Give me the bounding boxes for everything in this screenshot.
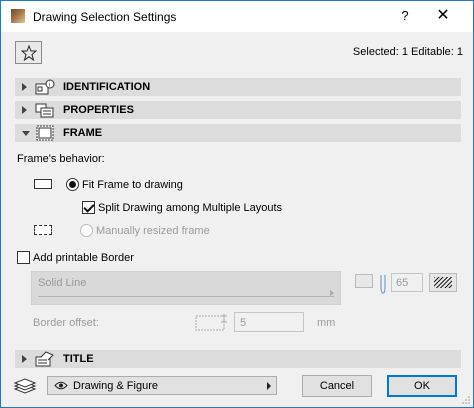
cancel-button[interactable]: Cancel [302,375,372,397]
hatch-pattern-icon [434,277,452,288]
layers-icon [13,378,37,394]
fit-frame-label: Fit Frame to drawing [82,179,183,191]
fit-frame-radio[interactable] [66,178,79,191]
identification-icon: i [35,79,55,95]
eye-icon [54,381,68,390]
border-offset-icon [195,314,227,331]
pen-icon [355,274,373,288]
panel-frame-label: FRAME [63,127,103,139]
panel-properties[interactable]: PROPERTIES [15,101,461,119]
close-button[interactable]: ✕ [431,4,455,28]
window-title: Drawing Selection Settings [33,10,177,24]
line-type-select[interactable]: Solid Line [31,271,341,305]
title-icon [35,351,54,367]
manual-resize-radio[interactable] [80,224,93,237]
split-drawing-checkbox[interactable] [82,201,95,214]
help-button[interactable]: ? [395,6,415,26]
ok-button[interactable]: OK [387,375,457,397]
collapse-arrow-icon [22,131,30,136]
frame-icon [36,125,54,141]
link-icon [380,275,386,294]
frame-behavior-label: Frame's behavior: [17,153,105,165]
favorites-button[interactable] [15,41,42,64]
printable-border-label: Add printable Border [33,252,134,264]
resize-grip-icon[interactable] [461,395,471,405]
view-select-arrow-icon [267,382,271,390]
view-select-value: Drawing & Figure [73,380,158,392]
expand-arrow-icon [22,106,27,114]
pen-number-field[interactable]: 65 [391,273,423,292]
view-select[interactable]: Drawing & Figure [47,376,277,395]
selection-count: Selected: 1 Editable: 1 [352,46,463,58]
expand-arrow-icon [22,355,27,363]
panel-identification-label: IDENTIFICATION [63,81,151,93]
title-bar: Drawing Selection Settings ? ✕ [1,1,473,32]
panel-title[interactable]: TITLE [15,350,461,368]
panel-identification[interactable]: i IDENTIFICATION [15,78,461,96]
panel-properties-label: PROPERTIES [63,104,134,116]
app-icon [11,9,25,23]
manual-frame-icon [34,225,52,235]
fit-frame-icon [34,179,52,189]
line-preview [38,296,334,297]
properties-icon [35,103,54,118]
border-offset-label: Border offset: [33,317,99,329]
panel-frame[interactable]: FRAME [15,124,461,142]
line-type-value: Solid Line [38,277,87,289]
manual-resize-label: Manually resized frame [96,225,210,237]
star-icon [21,45,37,61]
panel-title-label: TITLE [63,353,94,365]
dialog-window: Drawing Selection Settings ? ✕ Selected:… [0,0,474,408]
expand-arrow-icon [22,83,27,91]
border-offset-unit: mm [317,317,336,329]
split-drawing-label: Split Drawing among Multiple Layouts [98,202,283,214]
printable-border-checkbox[interactable] [17,251,30,264]
border-offset-field[interactable]: 5 [234,312,304,332]
fill-pattern-button[interactable] [429,273,457,292]
line-type-arrow-icon [330,290,334,296]
